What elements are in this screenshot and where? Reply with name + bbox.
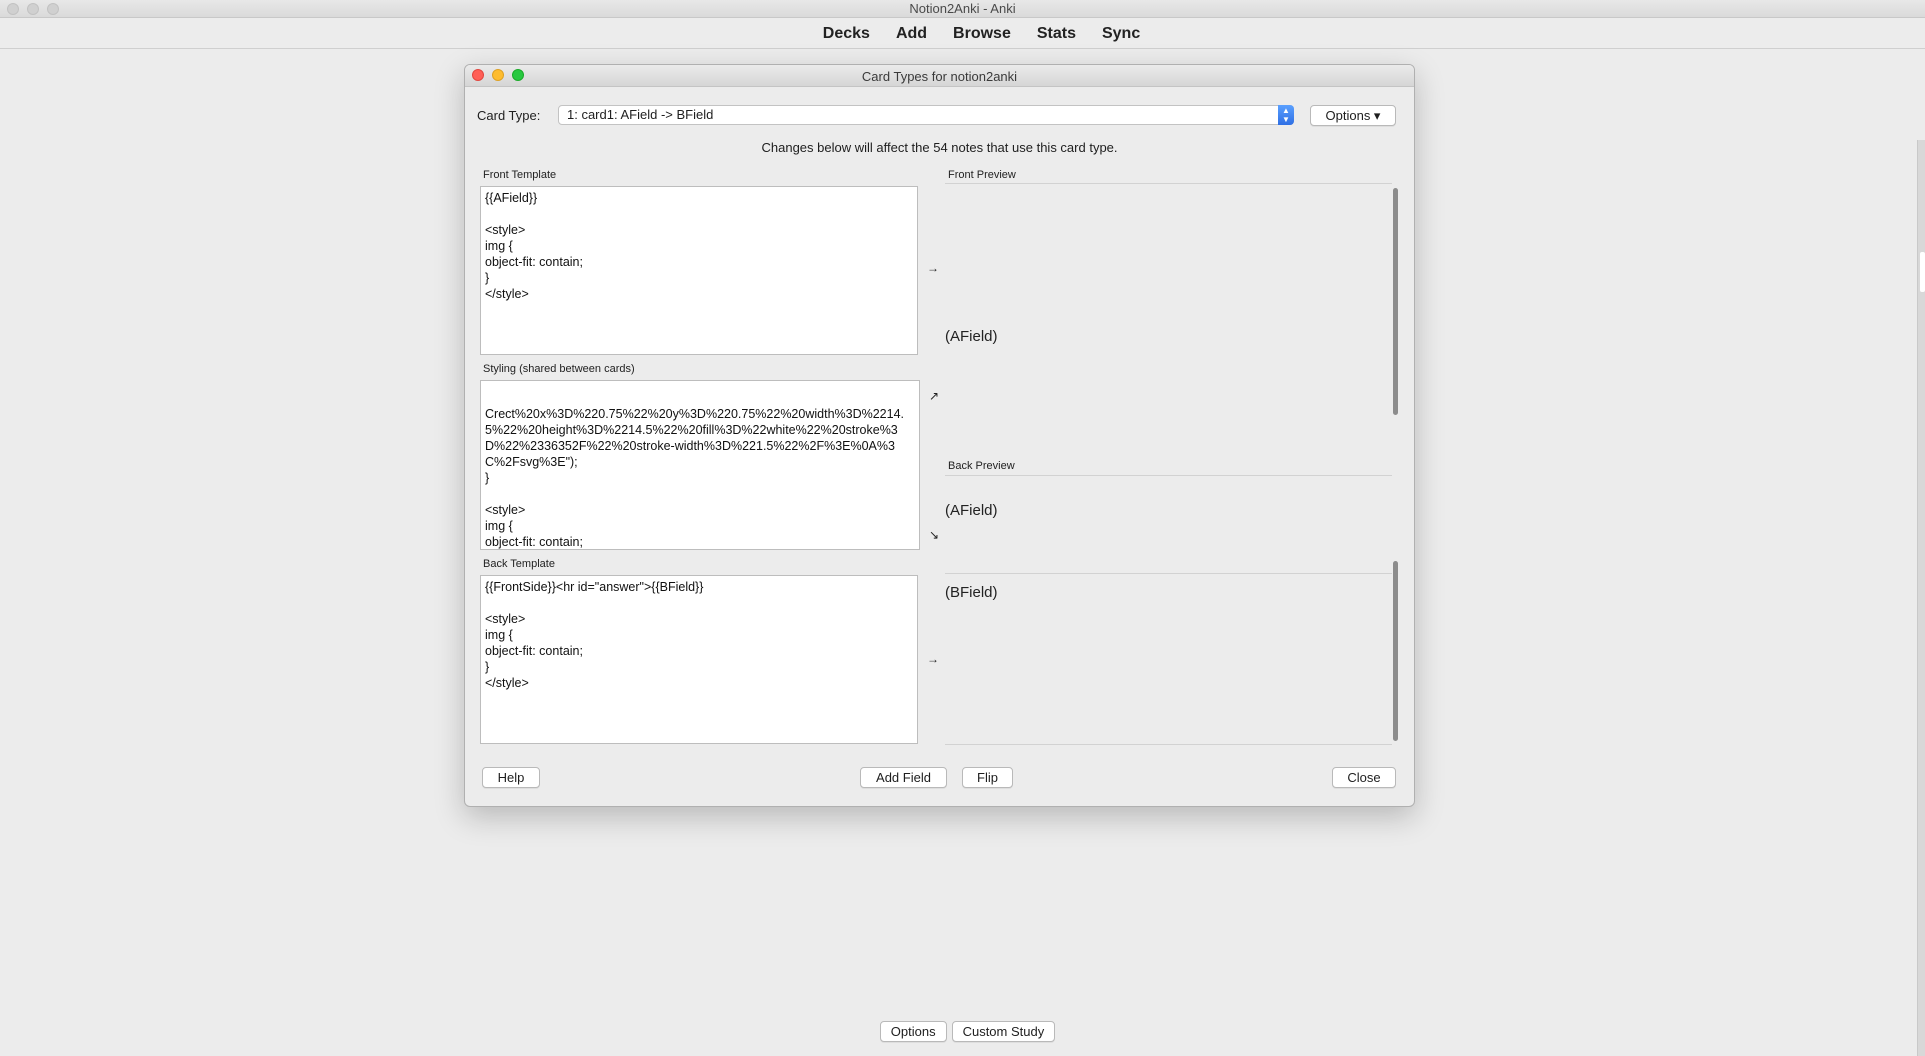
dialog-title: Card Types for notion2anki	[861, 69, 1018, 84]
add-field-button[interactable]: Add Field	[860, 767, 947, 788]
back-preview-scrollbar[interactable]	[1393, 561, 1398, 741]
options-dropdown-button[interactable]: Options ▾	[1310, 105, 1396, 126]
flip-button[interactable]: Flip	[962, 767, 1013, 788]
front-template-label: Front Template	[483, 169, 557, 181]
card-type-select[interactable]: 1: card1: AField -> BField ▲ ▼	[558, 105, 1294, 125]
close-button[interactable]: Close	[1332, 767, 1396, 788]
nav-browse[interactable]: Browse	[940, 25, 1024, 43]
styling-up-arrow-icon: ↗	[929, 389, 940, 403]
back-preview-bottom-divider	[945, 744, 1392, 745]
front-arrow-icon: →	[927, 261, 939, 275]
card-type-value: 1: card1: AField -> BField	[567, 107, 714, 122]
back-preview-answer-divider	[945, 573, 1392, 574]
main-options-button[interactable]: Options	[879, 1021, 947, 1042]
window-title: Notion2Anki - Anki	[909, 1, 1016, 16]
top-navigation: Decks Add Browse Stats Sync	[0, 18, 1925, 49]
card-types-dialog: Card Types for notion2anki Card Type: 1:…	[464, 64, 1415, 807]
nav-decks[interactable]: Decks	[810, 25, 883, 43]
nav-add[interactable]: Add	[883, 25, 940, 43]
styling-editor[interactable]: Crect%20x%3D%220.75%22%20y%3D%220.75%22%…	[480, 380, 920, 550]
front-preview-divider	[945, 183, 1392, 184]
back-arrow-icon: →	[927, 652, 939, 666]
card-type-label: Card Type:	[477, 108, 541, 123]
main-scrollbar-thumb[interactable]	[1920, 252, 1925, 292]
dialog-titlebar: Card Types for notion2anki	[465, 65, 1414, 87]
affected-notes-notice: Changes below will affect the 54 notes t…	[761, 140, 1118, 155]
back-preview-divider	[945, 475, 1392, 476]
back-template-editor[interactable]: {{FrontSide}}<hr id="answer">{{BField}} …	[480, 575, 918, 744]
main-scrollbar[interactable]	[1917, 140, 1925, 1056]
nav-stats[interactable]: Stats	[1024, 25, 1089, 43]
custom-study-button[interactable]: Custom Study	[951, 1021, 1056, 1042]
front-preview-scrollbar[interactable]	[1393, 188, 1398, 415]
styling-down-arrow-icon: ↘	[929, 528, 940, 542]
back-preview-back-text: (BField)	[945, 584, 998, 601]
main-bottom-bar: Options Custom Study	[0, 1021, 1925, 1042]
nav-sync[interactable]: Sync	[1089, 25, 1153, 43]
front-template-editor[interactable]: {{AField}} <style> img { object-fit: con…	[480, 186, 918, 355]
styling-content: Crect%20x%3D%220.75%22%20y%3D%220.75%22%…	[485, 407, 905, 549]
front-preview-text: (AField)	[945, 328, 998, 345]
main-window-titlebar: Notion2Anki - Anki	[0, 0, 1925, 18]
styling-label: Styling (shared between cards)	[483, 363, 635, 375]
front-preview-label: Front Preview	[948, 169, 1016, 181]
back-template-label: Back Template	[483, 558, 555, 570]
help-button[interactable]: Help	[482, 767, 540, 788]
back-preview-label: Back Preview	[948, 460, 1015, 472]
back-preview-front-text: (AField)	[945, 502, 998, 519]
select-stepper-icon: ▲ ▼	[1278, 105, 1294, 125]
